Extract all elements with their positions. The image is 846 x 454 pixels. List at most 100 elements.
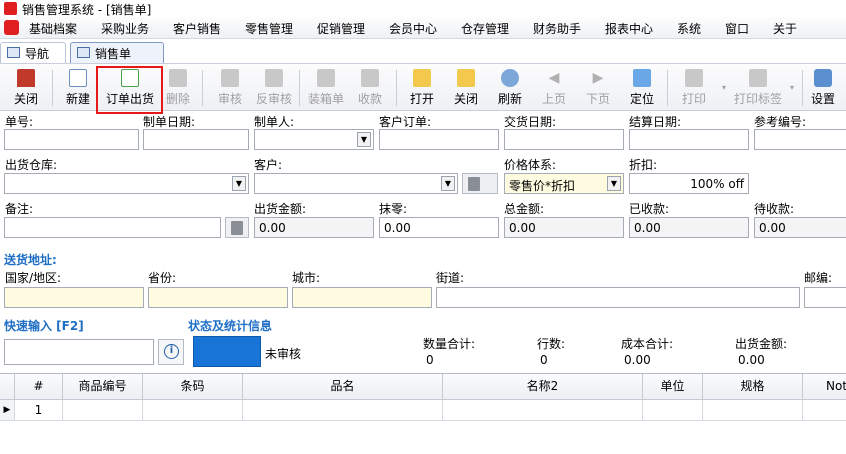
customer-select[interactable]: ▼: [254, 173, 458, 194]
menu-purchase[interactable]: 采购业务: [101, 20, 149, 37]
unapprove-button[interactable]: 反审核: [252, 67, 296, 109]
grid-header-spec[interactable]: 规格: [703, 374, 803, 400]
chevron-down-icon[interactable]: ▼: [232, 176, 246, 191]
street-label: 街道:: [436, 271, 465, 285]
print-dropdown[interactable]: ▾: [716, 67, 732, 109]
menu-member-center[interactable]: 会员中心: [389, 20, 437, 37]
quick-input-info-button[interactable]: i: [158, 339, 184, 365]
close-document-button[interactable]: 关闭: [448, 67, 484, 109]
packing-list-button[interactable]: 装箱单: [304, 67, 348, 109]
menu-reports[interactable]: 报表中心: [605, 20, 653, 37]
ship-total-label: 出货金额:: [735, 337, 788, 351]
grid-cell-notes[interactable]: [803, 400, 846, 421]
chevron-down-icon[interactable]: ▼: [441, 176, 455, 191]
grid-header-name2[interactable]: 名称2: [443, 374, 643, 400]
doc-date-field[interactable]: [143, 129, 249, 150]
menu-system[interactable]: 系统: [677, 20, 701, 37]
city-label: 城市:: [292, 271, 321, 285]
grid-cell-spec[interactable]: [703, 400, 803, 421]
toolbar-separator: [667, 70, 668, 106]
delivery-date-field[interactable]: [504, 129, 624, 150]
ship-amount-field: 0.00: [254, 217, 374, 238]
open-button[interactable]: 打开: [404, 67, 440, 109]
customer-order-field[interactable]: [379, 129, 499, 150]
tab-navigation[interactable]: 导航: [0, 42, 66, 63]
approve-button[interactable]: 审核: [212, 67, 248, 109]
collect-payment-button[interactable]: 收款: [352, 67, 388, 109]
maker-select[interactable]: ▼: [254, 129, 374, 150]
delete-button[interactable]: 删除: [160, 67, 196, 109]
close-button[interactable]: 关闭: [6, 67, 46, 109]
grid-header-index[interactable]: #: [15, 374, 63, 400]
menu-retail[interactable]: 零售管理: [245, 20, 293, 37]
country-field[interactable]: [4, 287, 144, 308]
print-button[interactable]: 打印: [674, 67, 714, 109]
discount-field[interactable]: 100% off: [629, 173, 749, 194]
price-system-label: 价格体系:: [504, 158, 557, 172]
print-label-dropdown[interactable]: ▾: [786, 67, 798, 109]
round-field[interactable]: 0.00: [379, 217, 499, 238]
document-icon: [231, 221, 243, 235]
next-page-button[interactable]: ▶ 下页: [580, 67, 616, 109]
qty-total-value: 0: [426, 353, 434, 367]
grid-header-unit[interactable]: 单位: [643, 374, 703, 400]
settings-button[interactable]: 设置: [806, 67, 840, 109]
menu-window[interactable]: 窗口: [725, 20, 749, 37]
grid-cell-product-code[interactable]: [63, 400, 143, 421]
refresh-button[interactable]: 刷新: [492, 67, 528, 109]
province-field[interactable]: [148, 287, 288, 308]
window-icon: [7, 47, 20, 58]
grid-cell-barcode[interactable]: [143, 400, 243, 421]
row-pointer-icon[interactable]: ▶: [0, 400, 15, 421]
customer-lookup-button[interactable]: [462, 173, 498, 194]
print-label-button[interactable]: 打印标签: [732, 67, 784, 109]
chevron-down-icon[interactable]: ▼: [357, 132, 371, 147]
label-printer-icon: [749, 69, 767, 87]
menu-promotion[interactable]: 促销管理: [317, 20, 365, 37]
menu-basic-archive[interactable]: 基础档案: [29, 20, 77, 37]
new-button[interactable]: 新建: [58, 67, 98, 109]
grid-cell-product-name[interactable]: [243, 400, 443, 421]
delete-icon: [169, 69, 187, 87]
street-field[interactable]: [436, 287, 800, 308]
discount-label: 折扣:: [629, 158, 658, 172]
highlight-box: [96, 66, 163, 114]
grid-header-notes[interactable]: Not: [803, 374, 846, 400]
grid-header-product-name[interactable]: 品名: [243, 374, 443, 400]
cost-total-label: 成本合计:: [621, 337, 674, 351]
grid-cell-index[interactable]: 1: [15, 400, 63, 421]
menu-about[interactable]: 关于: [773, 20, 797, 37]
menu-customer-sales[interactable]: 客户销售: [173, 20, 221, 37]
tab-sales-order[interactable]: 销售单: [70, 42, 164, 63]
tab-label: 导航: [25, 47, 50, 61]
zip-field[interactable]: [804, 287, 846, 308]
open-folder-icon: [413, 69, 431, 87]
document-icon: [468, 177, 480, 191]
menu-inventory[interactable]: 仓存管理: [461, 20, 509, 37]
previous-page-button[interactable]: ◀ 上页: [536, 67, 572, 109]
grid-cell-name2[interactable]: [443, 400, 643, 421]
arrow-right-icon: ▶: [592, 70, 604, 86]
ship-total-value: 0.00: [738, 353, 765, 367]
chevron-down-icon[interactable]: ▼: [607, 176, 621, 191]
ref-no-field[interactable]: [754, 129, 846, 150]
status-color-block: [193, 336, 261, 367]
grid-header-barcode[interactable]: 条码: [143, 374, 243, 400]
remark-field[interactable]: [4, 217, 221, 238]
city-field[interactable]: [292, 287, 432, 308]
printer-icon: [685, 69, 703, 87]
warehouse-select[interactable]: ▼: [4, 173, 249, 194]
price-system-select[interactable]: 零售价*折扣 ▼: [504, 173, 624, 194]
grid-cell-unit[interactable]: [643, 400, 703, 421]
customer-label: 客户:: [254, 158, 283, 172]
locate-button[interactable]: 定位: [624, 67, 660, 109]
app-menu-icon[interactable]: [4, 20, 19, 35]
quick-input-title: 快速输入 [F2]: [4, 319, 84, 333]
quick-input-field[interactable]: [4, 339, 154, 365]
menu-finance[interactable]: 财务助手: [533, 20, 581, 37]
doc-no-field[interactable]: [4, 129, 139, 150]
settle-date-field[interactable]: [629, 129, 749, 150]
total-field: 0.00: [504, 217, 624, 238]
remark-edit-button[interactable]: [225, 217, 249, 238]
grid-header-product-code[interactable]: 商品编号: [63, 374, 143, 400]
